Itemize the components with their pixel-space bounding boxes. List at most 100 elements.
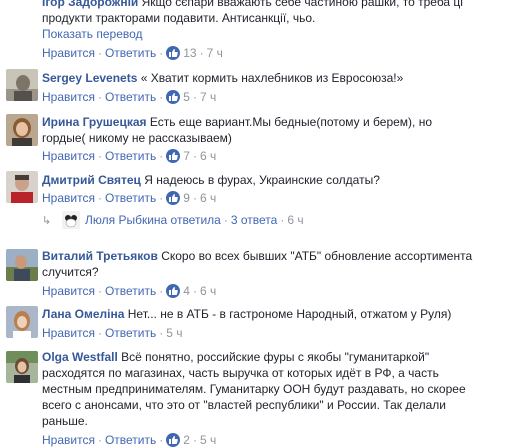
comment-text: Нет... не в АТБ - в гастрономе Народный,… [127,307,452,321]
comment-text: « Хватит кормить нахлебников из Евросоюз… [140,71,404,85]
show-translation-link[interactable]: Показать перевод [42,27,143,41]
separator: · [192,433,197,447]
like-button[interactable]: Нравится [42,149,95,163]
comment-author[interactable]: Дмитрий Святец [42,173,141,187]
like-count[interactable]: 5 [183,90,190,104]
comment-body: Ирина Грушецкая Есть еще вариант.Мы бедн… [42,114,482,146]
like-count[interactable]: 2 [183,433,190,447]
comment-text: продукти тракторами подавити. Антисанкці… [42,11,316,25]
timestamp[interactable]: 6 ч [200,191,216,205]
separator: · [159,90,164,104]
comment-body: Ігор Задорожній Якщо сєпари вважають себ… [42,0,482,42]
reply-author-link[interactable]: Люля Рыбкина ответила [85,213,221,227]
separator: · [159,284,164,298]
comment-actions: Нравится · Ответить · 5 ч [42,325,183,341]
like-button[interactable]: Нравится [42,191,95,205]
timestamp[interactable]: 5 ч [166,326,182,340]
comment-text: Есть еще вариант.Мы бедные(потому и бере… [149,115,433,129]
reply-button[interactable]: Ответить [105,90,156,104]
reply-button[interactable]: Ответить [105,191,156,205]
reply-button[interactable]: Ответить [105,149,156,163]
separator: · [192,90,197,104]
comment-body: Дмитрий Святец Я надеюсь в фурах, Украин… [42,172,482,188]
timestamp[interactable]: 7 ч [200,90,216,104]
comment-body: Лана Омеліна Нет... не в АТБ - в гастрон… [42,306,482,322]
avatar[interactable] [6,69,38,101]
separator: · [97,149,102,163]
separator: · [97,433,102,447]
avatar-icon [6,114,38,146]
reply-button[interactable]: Ответить [105,433,156,447]
reply-button[interactable]: Ответить [105,284,156,298]
reply-button[interactable]: Ответить [105,326,156,340]
like-reaction-icon[interactable] [166,90,181,104]
comment-actions: Нравится · Ответить · 13 · 7 ч [42,45,223,61]
separator: · [192,149,197,163]
timestamp[interactable]: 5 ч [200,433,216,447]
separator: · [192,191,197,205]
comment-actions: Нравится · Ответить · 4 · 6 ч [42,283,216,299]
avatar[interactable] [6,306,38,338]
comment-text: Всё понятно, российские фуры с якобы "гу… [121,350,430,364]
comment-author[interactable]: Olga Westfall [42,350,118,364]
separator: · [159,46,164,60]
separator: · [280,213,285,227]
avatar[interactable] [6,114,38,146]
separator: · [223,213,228,227]
comment-body: Виталий Третьяков Скоро во всех бывших "… [42,248,482,280]
comment-actions: Нравится · Ответить · 5 · 7 ч [42,89,216,105]
like-button[interactable]: Нравится [42,46,95,60]
like-button[interactable]: Нравится [42,284,95,298]
separator: · [199,46,204,60]
comment-author[interactable]: Виталий Третьяков [42,249,158,263]
avatar-icon [6,69,38,101]
timestamp[interactable]: 6 ч [287,213,303,227]
separator: · [97,326,102,340]
comment-text: местным предпринимателям. Гуманитарку ОО… [42,382,466,396]
separator: · [97,90,102,104]
reply-button[interactable]: Ответить [105,46,156,60]
avatar-icon [6,249,38,281]
comment-text: Скоро во всех бывших "АТБ" обновление ас… [161,249,473,263]
avatar[interactable] [6,171,38,203]
like-reaction-icon[interactable] [166,284,181,298]
separator: · [159,191,164,205]
like-count[interactable]: 4 [183,284,190,298]
like-button[interactable]: Нравится [42,433,95,447]
comment-text: Я надеюсь в фурах, Украинские солдаты? [144,173,380,187]
comment-actions: Нравится · Ответить · 9 · 6 ч [42,190,216,206]
reply-summary[interactable]: ↳ Люля Рыбкина ответила · 3 ответа · 6 ч [42,211,304,229]
timestamp[interactable]: 6 ч [200,284,216,298]
like-count[interactable]: 7 [183,149,190,163]
avatar-icon [6,351,38,383]
comment-text: случится? [42,265,99,279]
separator: · [159,326,164,340]
avatar[interactable] [6,249,38,281]
comment-author[interactable]: Ігор Задорожній [42,0,138,9]
avatar[interactable] [6,351,38,383]
comment-author[interactable]: Sergey Levenets [42,71,137,85]
like-reaction-icon[interactable] [166,46,181,60]
reply-arrow-icon: ↳ [42,215,52,227]
separator: · [97,191,102,205]
like-button[interactable]: Нравится [42,326,95,340]
avatar-icon [62,211,80,229]
comment-author[interactable]: Лана Омеліна [42,307,124,321]
comment-text: гордые( никому не рассказываем) [42,131,232,145]
comment-text: расходятся по магазинах, часть выручка о… [42,366,439,380]
like-count[interactable]: 13 [183,46,196,60]
timestamp[interactable]: 7 ч [207,46,223,60]
like-count[interactable]: 9 [183,191,190,205]
comment-text: раньше. [42,414,88,428]
like-reaction-icon[interactable] [166,149,181,163]
comment-text: Якщо сєпари вважають себе частиною рашки… [141,0,463,9]
comment-actions: Нравится · Ответить · 7 · 6 ч [42,148,216,164]
like-button[interactable]: Нравится [42,90,95,104]
comment-body: Olga Westfall Всё понятно, российские фу… [42,349,482,429]
comment-author[interactable]: Ирина Грушецкая [42,115,147,129]
avatar [62,211,80,229]
replies-count-link[interactable]: 3 ответа [231,213,277,227]
like-reaction-icon[interactable] [166,191,181,205]
timestamp[interactable]: 6 ч [200,149,216,163]
like-reaction-icon[interactable] [166,433,181,447]
